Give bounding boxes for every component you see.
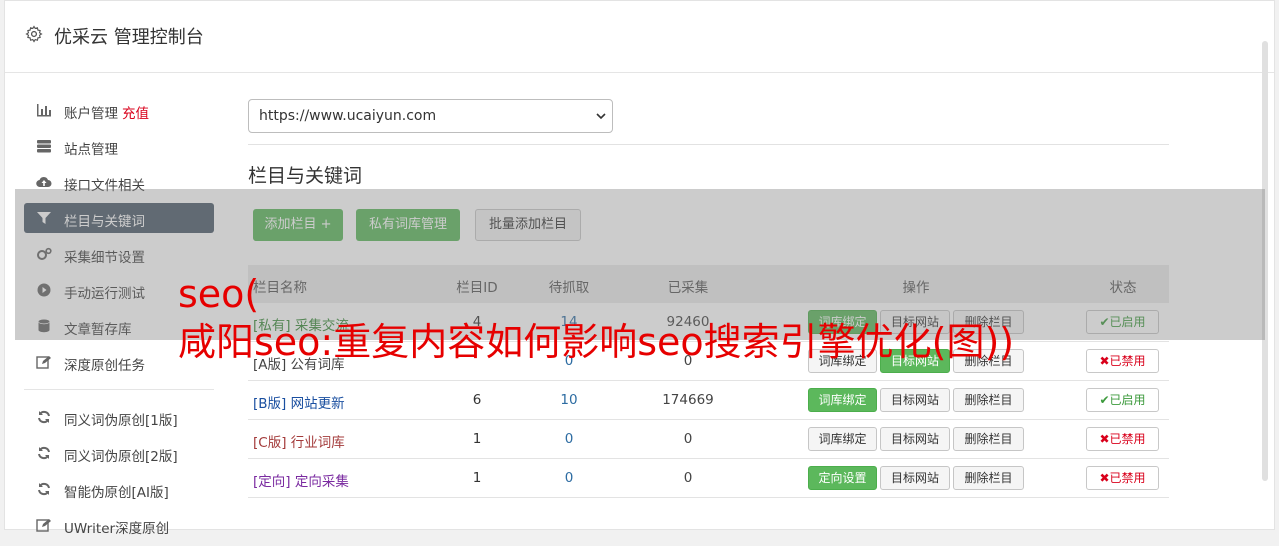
sidebar-item-label: 同义词伪原创[1版]	[64, 413, 178, 429]
delete-column-button[interactable]: 删除栏目	[953, 466, 1024, 490]
status-toggle[interactable]: ✖已禁用	[1086, 466, 1159, 490]
sidebar-item-ai-original[interactable]: 智能伪原创[AI版]	[24, 474, 214, 504]
divider	[248, 144, 1169, 145]
sidebar-item-synonym-v1[interactable]: 同义词伪原创[1版]	[24, 402, 214, 432]
column-name[interactable]: [C版] 行业词库	[253, 431, 345, 451]
status-toggle[interactable]: ✔已启用	[1086, 388, 1159, 412]
delete-column-button[interactable]: 删除栏目	[953, 427, 1024, 451]
sidebar-item-synonym-v2[interactable]: 同义词伪原创[2版]	[24, 438, 214, 468]
refresh-icon	[38, 446, 50, 460]
sidebar-item-sites[interactable]: 站点管理	[24, 131, 214, 161]
column-todo-count[interactable]: 0	[544, 431, 594, 447]
column-id: 1	[472, 470, 482, 486]
bar-chart-icon	[37, 104, 51, 117]
sidebar-item-account[interactable]: 账户管理 充值	[24, 95, 214, 125]
sidebar-item-label: 智能伪原创[AI版]	[64, 485, 169, 501]
status-toggle[interactable]: ✖已禁用	[1086, 427, 1159, 451]
status-toggle[interactable]: ✖已禁用	[1086, 349, 1159, 373]
server-icon	[37, 140, 51, 153]
overlay-line-2: 咸阳seo:重复内容如何影响seo搜索引擎优化(图))	[178, 320, 1015, 364]
column-name[interactable]: [B版] 网站更新	[253, 392, 345, 412]
site-select-value: https://www.ucaiyun.com	[259, 108, 437, 124]
column-todo-count[interactable]: 10	[544, 392, 594, 408]
sidebar-item-label: 账户管理	[64, 106, 118, 122]
page-title: 优采云 管理控制台	[54, 27, 204, 48]
sidebar-item-uwriter[interactable]: UWriter深度原创	[24, 510, 214, 540]
bind-lib-button[interactable]: 定向设置	[808, 466, 877, 490]
gear-icon	[25, 25, 43, 43]
sidebar-divider	[24, 389, 214, 390]
cloud-upload-icon	[36, 176, 52, 188]
sidebar-item-label: 深度原创任务	[64, 358, 145, 374]
sidebar-item-label: 站点管理	[64, 142, 118, 158]
table-row: [B版] 网站更新 6 10 174669 词库绑定 目标网站 删除栏目 ✔已启用	[248, 381, 1169, 420]
recharge-link[interactable]: 充值	[122, 106, 149, 122]
column-id: 1	[472, 431, 482, 447]
column-done-count: 0	[683, 431, 693, 447]
refresh-icon	[38, 410, 50, 424]
overlay-title: seo( 咸阳seo:重复内容如何影响seo搜索引擎优化(图))	[178, 270, 1014, 366]
column-done-count: 174669	[662, 392, 714, 408]
table-row: [C版] 行业词库 1 0 0 词库绑定 目标网站 删除栏目 ✖已禁用	[248, 420, 1169, 459]
site-select[interactable]: https://www.ucaiyun.com	[248, 99, 613, 133]
target-site-button[interactable]: 目标网站	[880, 427, 950, 451]
overlay-line-1: seo(	[178, 272, 260, 316]
section-title: 栏目与关键词	[248, 165, 363, 187]
delete-column-button[interactable]: 删除栏目	[953, 388, 1024, 412]
sidebar-item-label: UWriter深度原创	[64, 521, 170, 537]
header: 优采云 管理控制台	[5, 1, 1274, 73]
column-todo-count[interactable]: 0	[544, 470, 594, 486]
target-site-button[interactable]: 目标网站	[880, 388, 950, 412]
table-row: [定向] 定向采集 1 0 0 定向设置 目标网站 删除栏目 ✖已禁用	[248, 459, 1169, 498]
edit-icon	[36, 356, 51, 369]
chevron-down-icon	[596, 113, 606, 120]
column-id: 6	[472, 392, 482, 408]
refresh-icon	[38, 482, 50, 496]
bind-lib-button[interactable]: 词库绑定	[808, 427, 877, 451]
target-site-button[interactable]: 目标网站	[880, 466, 950, 490]
sidebar-item-label: 同义词伪原创[2版]	[64, 449, 178, 465]
column-name[interactable]: [定向] 定向采集	[253, 470, 349, 490]
bind-lib-button[interactable]: 词库绑定	[808, 388, 877, 412]
column-done-count: 0	[683, 470, 693, 486]
